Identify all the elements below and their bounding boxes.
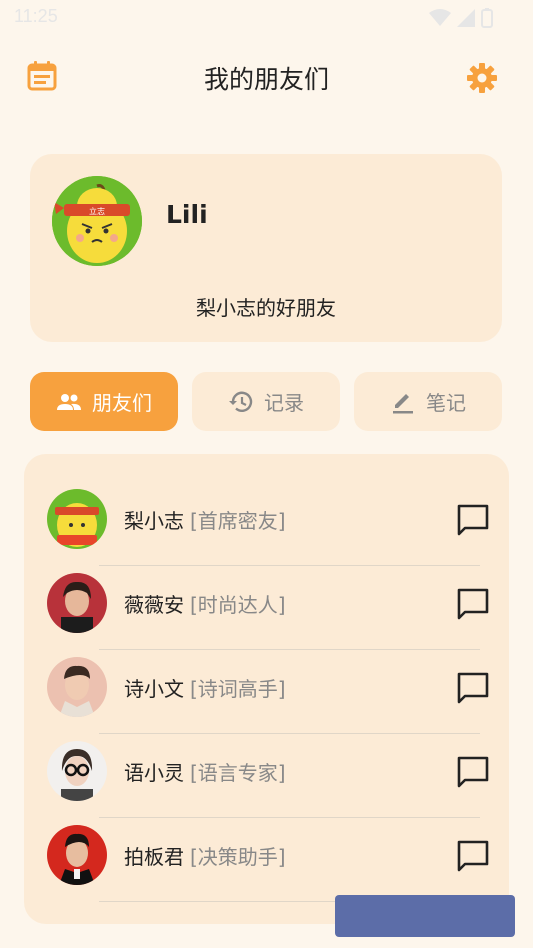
tab-friends[interactable]: 朋友们 xyxy=(30,372,178,431)
tab-notes[interactable]: 笔记 xyxy=(354,372,502,431)
profile-avatar[interactable]: 立志 xyxy=(52,176,142,266)
list-item[interactable]: 薇薇安 [时尚达人] xyxy=(24,565,509,650)
list-item[interactable]: 诗小文 [诗词高手] xyxy=(24,649,509,734)
chat-icon[interactable] xyxy=(456,587,490,621)
edit-icon xyxy=(393,393,413,413)
battery-icon xyxy=(481,8,493,28)
friend-name: 梨小志 xyxy=(124,509,184,533)
friend-name: 语小灵 xyxy=(124,761,184,785)
tab-bar: 朋友们 记录 笔记 xyxy=(30,372,502,432)
profile-subtitle: 梨小志的好朋友 xyxy=(196,296,336,320)
chat-icon[interactable] xyxy=(456,839,490,873)
status-time: 11:25 xyxy=(14,6,58,26)
friend-tag: [诗词高手] xyxy=(190,677,286,701)
friend-tag: [决策助手] xyxy=(190,845,286,869)
friends-list: 梨小志 [首席密友] 薇薇安 [时尚达人] 诗小文 [诗词高手] 语小灵 [语言… xyxy=(24,454,509,924)
friend-tag: [语言专家] xyxy=(190,761,286,785)
signal-icon xyxy=(457,9,475,27)
wifi-icon xyxy=(429,9,451,26)
chat-icon[interactable] xyxy=(456,671,490,705)
friend-avatar xyxy=(47,657,107,717)
friend-tag: [首席密友] xyxy=(190,509,286,533)
profile-name: Lili xyxy=(166,200,208,229)
friend-avatar xyxy=(47,573,107,633)
friend-name: 薇薇安 xyxy=(124,593,184,617)
people-icon xyxy=(57,393,81,410)
tab-friends-label: 朋友们 xyxy=(92,391,152,415)
list-item[interactable]: 拍板君 [决策助手] xyxy=(24,817,509,902)
list-item[interactable]: 语小灵 [语言专家] xyxy=(24,733,509,818)
tab-notes-label: 笔记 xyxy=(426,391,466,415)
tab-records-label: 记录 xyxy=(264,391,304,415)
page-title: 我的朋友们 xyxy=(203,65,329,94)
gear-icon[interactable] xyxy=(466,62,498,94)
list-item[interactable]: 梨小志 [首席密友] xyxy=(24,481,509,566)
profile-card: 立志 Lili 梨小志的好朋友 xyxy=(30,154,502,342)
watermark-logo xyxy=(335,895,515,937)
chat-icon[interactable] xyxy=(456,755,490,789)
pear-mascot-icon: 立志 xyxy=(52,176,142,266)
app-header: 我的朋友们 xyxy=(0,48,533,108)
friend-avatar xyxy=(47,489,107,549)
chat-icon[interactable] xyxy=(456,503,490,537)
friend-avatar xyxy=(47,741,107,801)
friend-name: 诗小文 xyxy=(124,677,184,701)
friend-tag: [时尚达人] xyxy=(190,593,286,617)
tab-records[interactable]: 记录 xyxy=(192,372,340,431)
status-bar: 11:25 xyxy=(0,0,533,36)
avatar-badge: 立志 xyxy=(89,206,105,216)
friend-avatar xyxy=(47,825,107,885)
friend-name: 拍板君 xyxy=(124,845,184,869)
history-icon xyxy=(229,391,253,412)
